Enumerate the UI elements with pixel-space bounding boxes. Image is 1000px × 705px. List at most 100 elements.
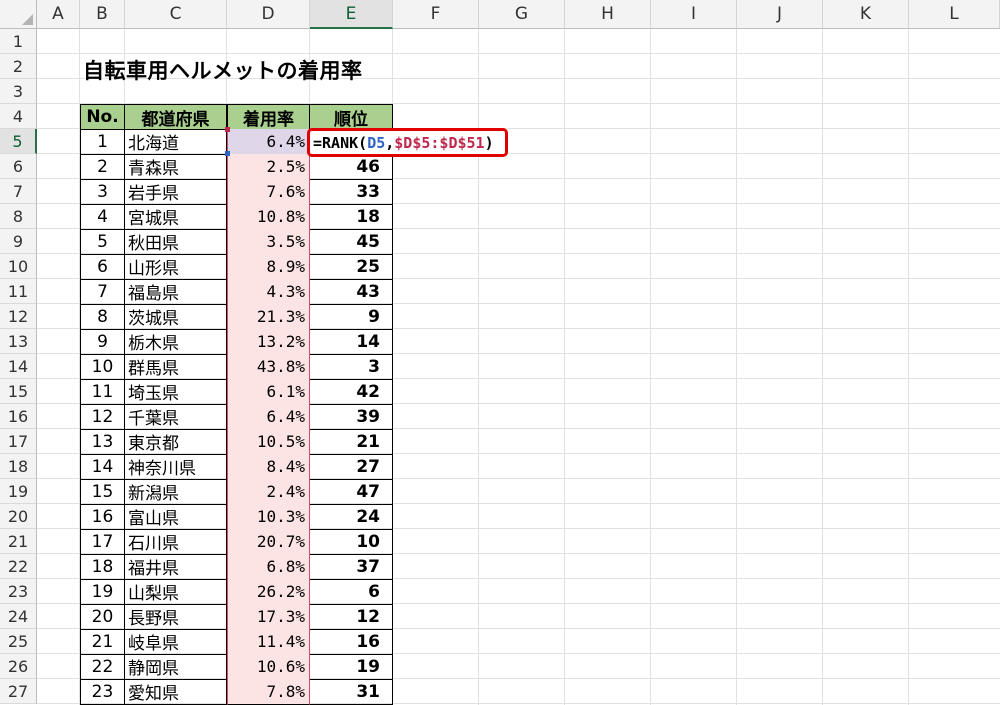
- cell-rate[interactable]: 11.4%: [227, 629, 310, 655]
- cell-rank[interactable]: 27: [310, 454, 393, 480]
- column-header-g[interactable]: G: [479, 0, 565, 29]
- cell-rate[interactable]: 2.5%: [227, 154, 310, 180]
- cell-no[interactable]: 22: [80, 654, 125, 680]
- range-handle-top[interactable]: [225, 127, 230, 132]
- cell-prefecture[interactable]: 愛知県: [125, 679, 227, 705]
- active-cell-formula-editor[interactable]: =RANK(D5, $D$5:$D$51): [307, 128, 508, 157]
- cell-no[interactable]: 4: [80, 204, 125, 230]
- cell-no[interactable]: 21: [80, 629, 125, 655]
- header-prefecture[interactable]: 都道府県: [125, 104, 227, 130]
- header-rate[interactable]: 着用率: [227, 104, 310, 130]
- cell-no[interactable]: 9: [80, 329, 125, 355]
- row-header-27[interactable]: 27: [0, 679, 37, 704]
- cell-rank[interactable]: 47: [310, 479, 393, 505]
- row-header-3[interactable]: 3: [0, 79, 37, 104]
- cell-rank[interactable]: 14: [310, 329, 393, 355]
- cell-no[interactable]: 18: [80, 554, 125, 580]
- row-header-23[interactable]: 23: [0, 579, 37, 604]
- cell-rate[interactable]: 6.4%: [227, 129, 310, 155]
- cell-prefecture[interactable]: 東京都: [125, 429, 227, 455]
- cell-prefecture[interactable]: 埼玉県: [125, 379, 227, 405]
- cell-prefecture[interactable]: 岐阜県: [125, 629, 227, 655]
- cell-prefecture[interactable]: 新潟県: [125, 479, 227, 505]
- cell-rank[interactable]: 18: [310, 204, 393, 230]
- cell-rank[interactable]: 43: [310, 279, 393, 305]
- cell-prefecture[interactable]: 福井県: [125, 554, 227, 580]
- cell-no[interactable]: 13: [80, 429, 125, 455]
- row-header-20[interactable]: 20: [0, 504, 37, 529]
- cell-rate[interactable]: 10.8%: [227, 204, 310, 230]
- cell-no[interactable]: 1: [80, 129, 125, 155]
- row-header-13[interactable]: 13: [0, 329, 37, 354]
- cell-rank[interactable]: 24: [310, 504, 393, 530]
- cell-no[interactable]: 16: [80, 504, 125, 530]
- cell-prefecture[interactable]: 群馬県: [125, 354, 227, 380]
- cell-no[interactable]: 19: [80, 579, 125, 605]
- cell-prefecture[interactable]: 茨城県: [125, 304, 227, 330]
- cell-rank[interactable]: 39: [310, 404, 393, 430]
- row-header-8[interactable]: 8: [0, 204, 37, 229]
- row-header-6[interactable]: 6: [0, 154, 37, 179]
- row-header-1[interactable]: 1: [0, 29, 37, 54]
- cell-rate[interactable]: 6.4%: [227, 404, 310, 430]
- column-header-b[interactable]: B: [80, 0, 125, 29]
- column-header-e[interactable]: E: [310, 0, 393, 29]
- cell-no[interactable]: 5: [80, 229, 125, 255]
- cell-rate[interactable]: 13.2%: [227, 329, 310, 355]
- cell-prefecture[interactable]: 秋田県: [125, 229, 227, 255]
- cell-rate[interactable]: 8.4%: [227, 454, 310, 480]
- cell-prefecture[interactable]: 石川県: [125, 529, 227, 555]
- cell-no[interactable]: 15: [80, 479, 125, 505]
- column-header-k[interactable]: K: [823, 0, 909, 29]
- row-header-12[interactable]: 12: [0, 304, 37, 329]
- cell-prefecture[interactable]: 神奈川県: [125, 454, 227, 480]
- cell-rate[interactable]: 17.3%: [227, 604, 310, 630]
- cell-rank[interactable]: 37: [310, 554, 393, 580]
- column-header-a[interactable]: A: [37, 0, 80, 29]
- cell-prefecture[interactable]: 山形県: [125, 254, 227, 280]
- range-handle-bottom[interactable]: [225, 151, 230, 156]
- cell-rate[interactable]: 7.6%: [227, 179, 310, 205]
- cell-rank[interactable]: 12: [310, 604, 393, 630]
- cell-prefecture[interactable]: 宮城県: [125, 204, 227, 230]
- cell-rank[interactable]: 10: [310, 529, 393, 555]
- cell-rate[interactable]: 43.8%: [227, 354, 310, 380]
- cell-prefecture[interactable]: 千葉県: [125, 404, 227, 430]
- cell-no[interactable]: 20: [80, 604, 125, 630]
- cell-rank[interactable]: 33: [310, 179, 393, 205]
- row-header-5[interactable]: 5: [0, 129, 37, 154]
- row-header-25[interactable]: 25: [0, 629, 37, 654]
- cell-prefecture[interactable]: 山梨県: [125, 579, 227, 605]
- cell-prefecture[interactable]: 栃木県: [125, 329, 227, 355]
- cell-rank[interactable]: 45: [310, 229, 393, 255]
- cell-rank[interactable]: 21: [310, 429, 393, 455]
- cell-rate[interactable]: 6.1%: [227, 379, 310, 405]
- cell-no[interactable]: 6: [80, 254, 125, 280]
- cell-prefecture[interactable]: 静岡県: [125, 654, 227, 680]
- cell-no[interactable]: 14: [80, 454, 125, 480]
- cell-no[interactable]: 12: [80, 404, 125, 430]
- row-header-17[interactable]: 17: [0, 429, 37, 454]
- cell-rate[interactable]: 20.7%: [227, 529, 310, 555]
- column-header-l[interactable]: L: [909, 0, 1000, 29]
- header-rank[interactable]: 順位: [310, 104, 393, 130]
- row-header-11[interactable]: 11: [0, 279, 37, 304]
- row-header-2[interactable]: 2: [0, 54, 37, 79]
- row-header-26[interactable]: 26: [0, 654, 37, 679]
- cell-rate[interactable]: 7.8%: [227, 679, 310, 705]
- cell-rate[interactable]: 10.5%: [227, 429, 310, 455]
- row-header-14[interactable]: 14: [0, 354, 37, 379]
- sheet-title[interactable]: 自転車用ヘルメットの着用率: [83, 55, 363, 85]
- row-header-19[interactable]: 19: [0, 479, 37, 504]
- column-header-i[interactable]: I: [651, 0, 737, 29]
- cell-prefecture[interactable]: 福島県: [125, 279, 227, 305]
- column-header-f[interactable]: F: [393, 0, 479, 29]
- cell-prefecture[interactable]: 北海道: [125, 129, 227, 155]
- row-header-18[interactable]: 18: [0, 454, 37, 479]
- row-header-4[interactable]: 4: [0, 104, 37, 129]
- row-header-24[interactable]: 24: [0, 604, 37, 629]
- cell-no[interactable]: 7: [80, 279, 125, 305]
- cell-rank[interactable]: 16: [310, 629, 393, 655]
- header-no[interactable]: No.: [80, 104, 125, 130]
- cell-rate[interactable]: 10.3%: [227, 504, 310, 530]
